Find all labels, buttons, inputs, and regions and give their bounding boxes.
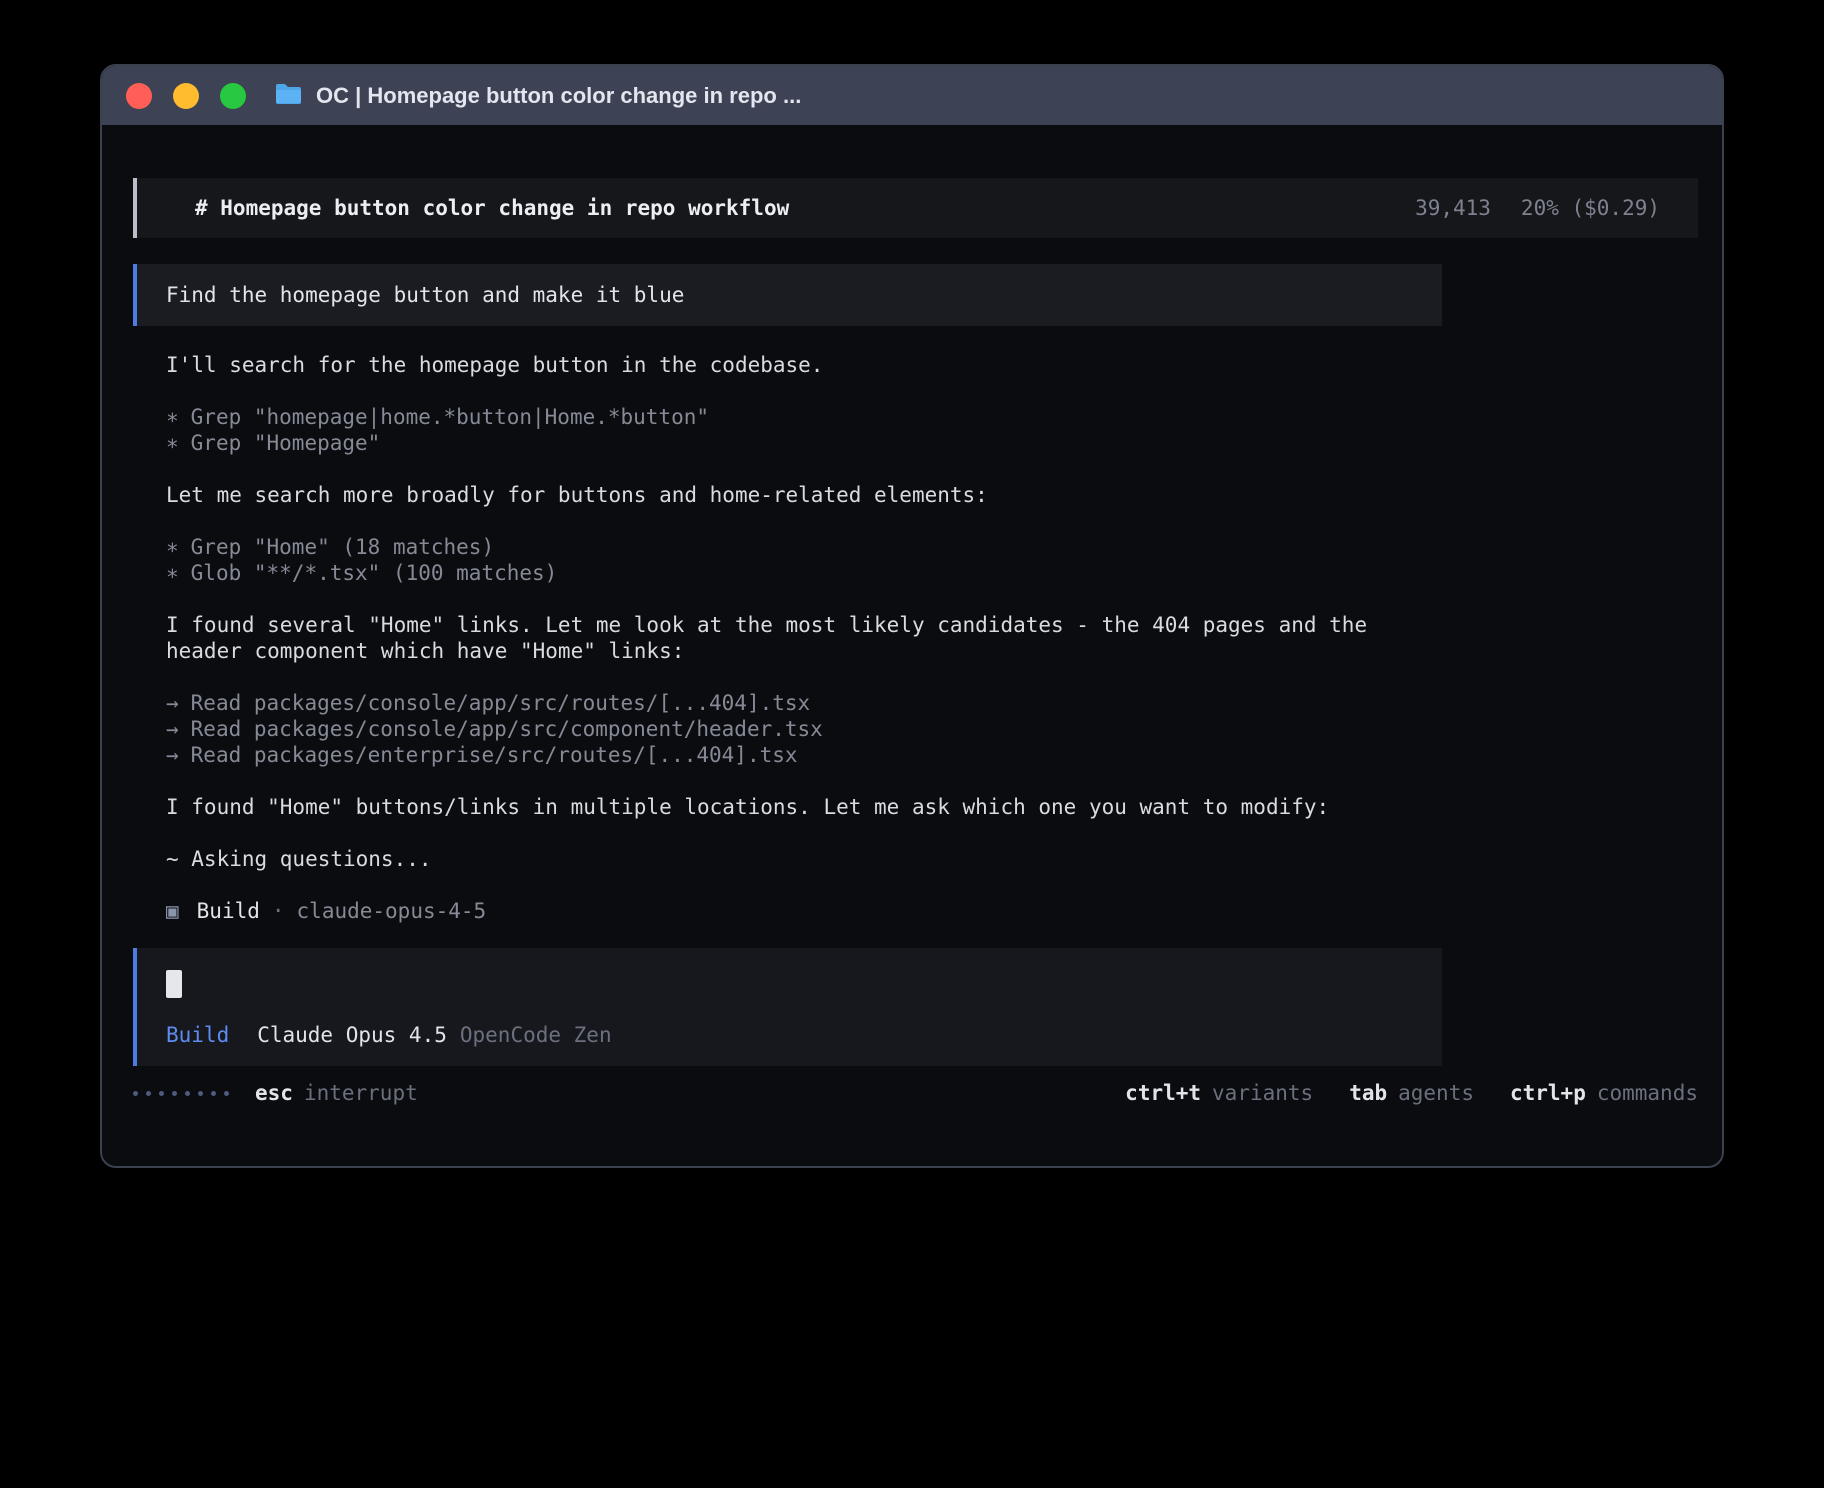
shortcut-interrupt: esc interrupt: [255, 1080, 418, 1106]
tool-call-grep: ∗ Grep "homepage|home.*button|Home.*butto…: [166, 404, 1698, 430]
tool-asterisk-icon: ∗: [166, 431, 179, 455]
window-title: OC | Homepage button color change in rep…: [316, 83, 801, 109]
tool-call-group: → Read packages/console/app/src/routes/[.…: [166, 690, 1698, 768]
tool-call-text: Glob "**/*.tsx" (100 matches): [191, 561, 558, 585]
assistant-paragraph: I found "Home" buttons/links in multiple…: [166, 794, 1446, 820]
tool-call-text: Grep "homepage|home.*button|Home.*button…: [191, 405, 709, 429]
tool-call-read: → Read packages/enterprise/src/routes/[..…: [166, 742, 1698, 768]
folder-icon: [274, 82, 303, 109]
provider-label: OpenCode Zen: [460, 1023, 612, 1047]
tool-call-text: Read packages/console/app/src/component/…: [191, 717, 823, 741]
esc-key: esc: [255, 1080, 293, 1106]
minimize-button[interactable]: [173, 83, 199, 109]
shortcut-label: agents: [1398, 1080, 1474, 1106]
editor-meta: Build Claude Opus 4.5 OpenCode Zen: [166, 1022, 1414, 1048]
tool-call-text: Grep "Home" (18 matches): [191, 535, 494, 559]
tool-call-glob: ∗ Glob "**/*.tsx" (100 matches): [166, 560, 1698, 586]
tool-call-text: Read packages/enterprise/src/routes/[...…: [191, 743, 798, 767]
shortcut-label: commands: [1597, 1080, 1698, 1106]
agent-badge: ▣ Build · claude-opus-4-5: [166, 898, 1698, 924]
traffic-lights: [126, 83, 246, 109]
shortcut-label: variants: [1212, 1080, 1313, 1106]
spinner-dots-icon: [133, 1091, 229, 1096]
tool-call-read: → Read packages/console/app/src/component…: [166, 716, 1698, 742]
user-message-text: Find the homepage button and make it blu…: [166, 283, 684, 307]
tool-call-read: → Read packages/console/app/src/routes/[.…: [166, 690, 1698, 716]
active-model-label: Claude Opus 4.5: [257, 1023, 447, 1047]
tool-call-text: Read packages/console/app/src/routes/[..…: [191, 691, 811, 715]
agent-model: claude-opus-4-5: [297, 899, 487, 923]
assistant-paragraph: I'll search for the homepage button in t…: [166, 352, 1446, 378]
arrow-right-icon: →: [166, 691, 179, 715]
session-header: # Homepage button color change in repo w…: [133, 178, 1698, 238]
text-cursor: [166, 970, 182, 998]
session-meta: 39,413 20% ($0.29): [1415, 195, 1660, 221]
terminal-content: # Homepage button color change in repo w…: [102, 125, 1722, 1166]
editor-line: [166, 970, 1414, 998]
assistant-paragraph: Let me search more broadly for buttons a…: [166, 482, 1446, 508]
separator-dot: ·: [272, 899, 285, 923]
tool-call-group: ∗ Grep "homepage|home.*button|Home.*butto…: [166, 404, 1698, 456]
tool-asterisk-icon: ∗: [166, 561, 179, 585]
status-bar: esc interrupt ctrl+t variants tab agents…: [133, 1080, 1698, 1106]
prompt-editor[interactable]: Build Claude Opus 4.5 OpenCode Zen: [133, 948, 1442, 1066]
assistant-paragraph: I found several "Home" links. Let me loo…: [166, 612, 1446, 664]
tool-call-text: Grep "Homepage": [191, 431, 381, 455]
tool-asterisk-icon: ∗: [166, 405, 179, 429]
shortcut-list: ctrl+t variants tab agents ctrl+p comman…: [1125, 1080, 1698, 1106]
token-count: 39,413: [1415, 195, 1491, 221]
shortcut-key: tab: [1349, 1080, 1387, 1106]
esc-label: interrupt: [304, 1080, 418, 1106]
shortcut-key: ctrl+t: [1125, 1080, 1201, 1106]
tool-call-grep: ∗ Grep "Home" (18 matches): [166, 534, 1698, 560]
tool-call-group: ∗ Grep "Home" (18 matches) ∗ Glob "**/*.ts…: [166, 534, 1698, 586]
shortcut-variants: ctrl+t variants: [1125, 1080, 1313, 1106]
title-area: OC | Homepage button color change in rep…: [274, 82, 801, 109]
agent-square-icon: ▣: [166, 899, 179, 923]
tool-asterisk-icon: ∗: [166, 535, 179, 559]
zoom-button[interactable]: [220, 83, 246, 109]
context-usage: 20% ($0.29): [1521, 195, 1660, 221]
shortcut-key: ctrl+p: [1510, 1080, 1586, 1106]
user-message: Find the homepage button and make it blu…: [133, 264, 1442, 326]
tool-call-grep: ∗ Grep "Homepage": [166, 430, 1698, 456]
session-title: # Homepage button color change in repo w…: [195, 195, 789, 221]
shortcut-agents: tab agents: [1349, 1080, 1474, 1106]
close-button[interactable]: [126, 83, 152, 109]
terminal-window: OC | Homepage button color change in rep…: [100, 64, 1724, 1168]
active-agent-label: Build: [166, 1023, 229, 1047]
shortcut-commands: ctrl+p commands: [1510, 1080, 1698, 1106]
titlebar: OC | Homepage button color change in rep…: [102, 66, 1722, 125]
activity-status: ~ Asking questions...: [166, 846, 1698, 872]
agent-name: Build: [197, 899, 260, 923]
arrow-right-icon: →: [166, 717, 179, 741]
arrow-right-icon: →: [166, 743, 179, 767]
